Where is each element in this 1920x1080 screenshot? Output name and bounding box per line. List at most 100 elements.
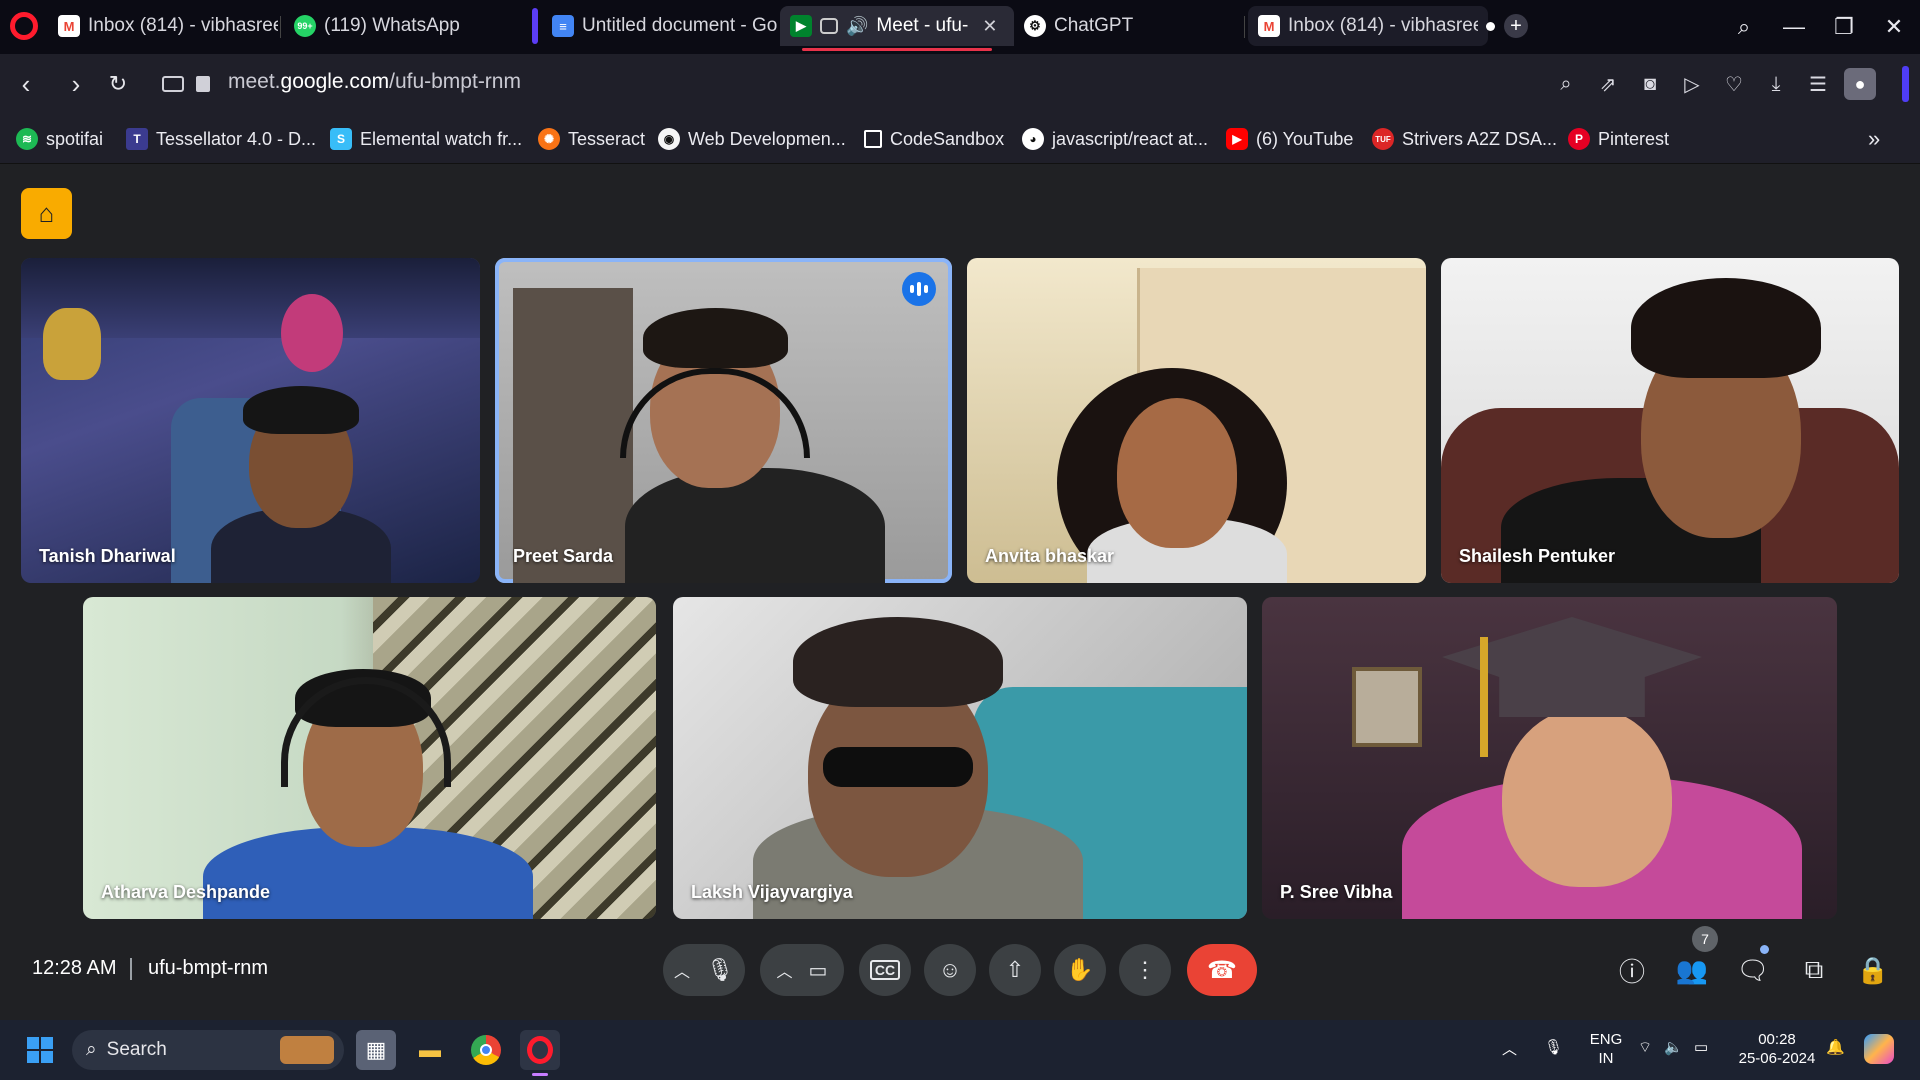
copilot-icon[interactable] [1864,1034,1894,1064]
share-icon[interactable]: ⇗ [1594,70,1622,98]
wifi-icon[interactable]: ⌔ [1638,1038,1652,1057]
person-face [1502,707,1672,887]
tab-label: Meet - ufu-br [876,15,969,36]
cartoon-robot [43,308,101,380]
camera-button[interactable]: ▭ [809,958,828,983]
tessellator-icon: T [126,128,148,150]
close-window-button[interactable]: ✕ [1874,8,1914,46]
download-icon[interactable]: ⤓ [1762,70,1790,98]
more-options-button[interactable]: ⋮ [1119,944,1171,996]
taskbar-search-box[interactable]: ⌕ Search [72,1030,344,1070]
chatgpt-icon: ⚙ [1024,15,1046,37]
heart-icon[interactable]: ♡ [1720,70,1748,98]
meeting-details-button[interactable]: ⓘ [1612,950,1652,990]
participant-name: Shailesh Pentuker [1459,546,1616,566]
opera-taskbar-icon[interactable] [520,1030,560,1070]
participant-tile[interactable]: Laksh Vijayvargiya [673,597,1247,919]
chat-unread-dot [1760,945,1769,954]
tray-microphone-icon[interactable]: 🎙 [1544,1038,1563,1057]
bookmark-tesseract[interactable]: ✺ Tesseract [538,126,645,152]
raise-hand-button[interactable]: ✋ [1054,944,1106,996]
reactions-button[interactable]: ☺ [924,944,976,996]
docs-icon: ≡ [552,15,574,37]
participant-tile[interactable]: Anvita bhaskar [967,258,1426,583]
microphone-button[interactable]: 🎙 [706,957,734,983]
battery-icon[interactable]: ▭ [1694,1038,1708,1057]
present-button[interactable]: ⇧ [989,944,1041,996]
tab-chatgpt[interactable]: ⚙ ChatGPT [1014,6,1244,46]
participant-name: P. Sree Vibha [1280,882,1393,902]
chrome-icon[interactable] [466,1030,506,1070]
language-indicator[interactable]: ENG IN [1584,1030,1628,1068]
tab-whatsapp[interactable]: 99+ (119) WhatsApp [284,6,514,46]
tab-label: Untitled document - Go [582,15,778,36]
activities-button[interactable]: ⧉ [1794,950,1834,990]
restore-button[interactable]: ❐ [1824,8,1864,46]
volume-icon[interactable]: 🔈 [1664,1038,1683,1057]
new-tab-button[interactable]: + [1504,14,1528,38]
participant-tile[interactable]: Preet Sarda [495,258,952,583]
more-bookmarks-icon[interactable]: » [1868,126,1880,152]
profile-icon[interactable]: ● [1844,68,1876,100]
active-app-indicator [532,1073,548,1076]
opera-logo-icon[interactable] [10,12,38,40]
person-body [625,468,885,583]
notification-bell-icon[interactable]: 🔔 [1826,1038,1845,1057]
forward-button[interactable]: › [58,66,94,102]
participant-tile[interactable]: Shailesh Pentuker [1441,258,1899,583]
captions-button[interactable]: CC [859,944,911,996]
tab-gmail-2[interactable]: M Inbox (814) - vibhasree2 [1248,6,1488,46]
tray-chevron-icon[interactable]: ︿ [1502,1040,1517,1059]
lock-icon[interactable] [196,76,210,92]
picture-in-picture-icon[interactable] [820,18,838,34]
hand-icon: ✋ [1066,957,1094,982]
bookmark-pinterest[interactable]: P Pinterest [1568,126,1669,152]
hang-up-icon: ☎ [1207,956,1237,984]
reload-button[interactable]: ↻ [100,66,136,102]
bookmark-spotifai[interactable]: ≋ spotifai [16,126,103,152]
speaker-icon[interactable]: 🔊 [846,16,868,37]
youtube-icon: ▶ [1226,128,1248,150]
easy-setup-icon[interactable]: ☰ [1804,70,1832,98]
bookmark-elemental[interactable]: S Elemental watch fr... [330,126,522,152]
url-field[interactable]: meet.google.com/ufu-bmpt-rnm [228,70,521,94]
tab-google-docs[interactable]: ≡ Untitled document - Go [542,6,780,46]
bookmark-youtube[interactable]: ▶ (6) YouTube [1226,126,1353,152]
bookmark-web-development[interactable]: ◉ Web Developmen... [658,126,846,152]
pinterest-icon: P [1568,128,1590,150]
taskbar-clock[interactable]: 00:28 25-06-2024 [1736,1030,1818,1068]
spotify-icon: ≋ [16,128,38,150]
people-button[interactable]: 👥 [1672,950,1712,990]
close-tab-icon[interactable]: ✕ [982,16,997,37]
file-explorer-icon[interactable]: ▬ [410,1030,450,1070]
audio-options-chevron-icon[interactable]: ︿ [674,958,690,982]
bookmark-github[interactable]: ◕ javascript/react at... [1022,126,1208,152]
back-button[interactable]: ‹ [8,66,44,102]
participant-tile[interactable]: Tanish Dhariwal [21,258,480,583]
bookmark-strivers[interactable]: TUF Strivers A2Z DSA... [1372,126,1557,152]
video-options-chevron-icon[interactable]: ︿ [777,958,793,982]
participant-tile[interactable]: P. Sree Vibha [1262,597,1837,919]
participant-tile[interactable]: Atharva Deshpande [83,597,656,919]
chat-icon: 🗨 [1736,954,1770,985]
tab-search-icon[interactable]: ⌕ [1724,8,1764,46]
audio-controls: ︿ 🎙 [663,944,745,996]
bookmark-codesandbox[interactable]: CodeSandbox [864,126,1004,152]
snapshot-camera-icon[interactable]: ◙ [1636,70,1664,98]
chat-button[interactable]: 🗨 [1733,950,1773,990]
windows-start-icon[interactable] [20,1030,60,1070]
calculator-icon[interactable]: ▦ [356,1030,396,1070]
meeting-host-badge-icon[interactable]: ⌂ [21,188,72,239]
end-call-button[interactable]: ☎ [1187,944,1257,996]
tab-gmail-1[interactable]: M Inbox (814) - vibhasree2 [48,6,278,46]
tab-group-marker [532,8,538,44]
send-icon[interactable]: ▷ [1678,70,1706,98]
tab-meet[interactable]: ▶ 🔊 Meet - ufu-br ✕ [780,6,1014,46]
search-page-icon[interactable]: ⌕ [1552,70,1580,98]
host-controls-button[interactable]: 🔒 [1853,950,1893,990]
minimize-button[interactable]: — [1774,8,1814,46]
activities-icon: ⧉ [1804,954,1824,984]
camera-permission-icon[interactable] [162,76,184,92]
whatsapp-icon: 99+ [294,15,316,37]
bookmark-tessellator[interactable]: T Tessellator 4.0 - D... [126,126,316,152]
